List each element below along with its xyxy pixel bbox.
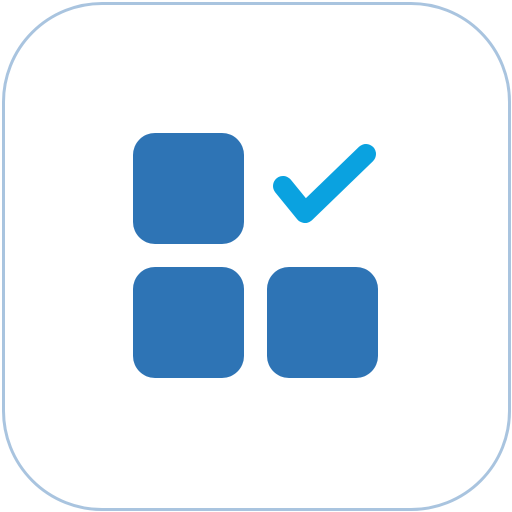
grid-square-top-left bbox=[133, 133, 244, 244]
app-grid-check-icon bbox=[133, 133, 378, 378]
checkmark-icon bbox=[273, 144, 376, 223]
grid-square-bottom-right bbox=[267, 267, 378, 378]
grid-square-bottom-left bbox=[133, 267, 244, 378]
icon-canvas bbox=[0, 0, 512, 512]
